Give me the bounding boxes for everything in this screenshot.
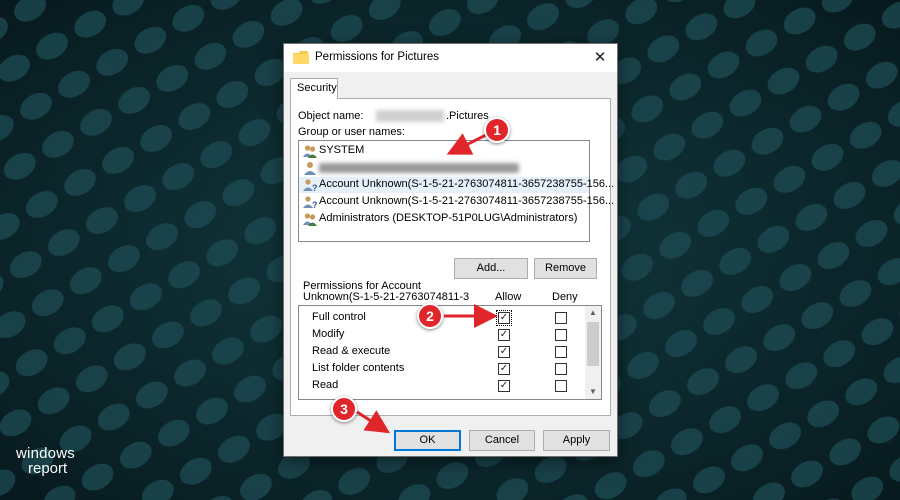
object-name-value: .Pictures	[446, 110, 489, 122]
allow-header: Allow	[495, 291, 522, 303]
table-row: Modify ✓	[299, 326, 579, 343]
allow-checkbox[interactable]: ✓	[498, 346, 510, 358]
folder-icon	[293, 51, 309, 64]
dialog-title: Permissions for Pictures	[315, 51, 439, 63]
annotation-marker-1: 1	[484, 117, 510, 143]
tab-security[interactable]: Security	[290, 78, 338, 99]
permission-name: Full control	[312, 311, 366, 323]
scroll-down-icon[interactable]: ▼	[585, 385, 601, 399]
deny-header: Deny	[552, 291, 578, 303]
table-row: Read & execute ✓	[299, 343, 579, 360]
allow-checkbox[interactable]: ✓	[498, 329, 510, 341]
user-label: Account Unknown(S-1-5-21-2763074811-3657…	[319, 195, 615, 207]
ok-button[interactable]: OK	[394, 430, 461, 451]
permissions-for-account: Unknown(S-1-5-21-2763074811-3	[303, 291, 470, 303]
list-item[interactable]: ? Account Unknown(S-1-5-21-2763074811-36…	[299, 177, 614, 193]
windows-report-logo: windows report	[16, 445, 75, 477]
scroll-thumb[interactable]	[587, 322, 599, 366]
annotation-marker-3: 3	[331, 396, 357, 422]
permission-name: Modify	[312, 328, 345, 340]
allow-checkbox[interactable]: ✓	[498, 363, 510, 375]
user-label: Account Unknown(S-1-5-21-2763074811-3657…	[319, 178, 615, 190]
user-label: Administrators (DESKTOP-51P0LUG\Administ…	[319, 212, 578, 224]
unknown-account-icon: ?	[303, 179, 317, 192]
permission-name: Read	[312, 379, 339, 391]
group-user-list: SYSTEM ? Account Unknown(S-1-5-21-276307…	[298, 140, 614, 242]
scroll-up-icon[interactable]: ▲	[585, 306, 601, 320]
redacted-user-name	[319, 163, 519, 173]
users-group-icon	[303, 145, 317, 158]
list-item[interactable]	[299, 160, 589, 176]
object-name-label: Object name:	[298, 110, 364, 122]
annotation-marker-2: 2	[417, 303, 443, 329]
table-row: Read ✓	[299, 377, 579, 394]
group-user-label: Group or user names:	[298, 126, 405, 138]
permission-name: Read & execute	[312, 345, 391, 357]
permissions-scrollbar[interactable]: ▲ ▼	[585, 306, 601, 399]
users-group-icon	[303, 213, 317, 226]
permissions-list: Full control ✓ Modify ✓ Read & execute ✓…	[298, 305, 602, 400]
deny-checkbox[interactable]	[555, 312, 567, 324]
deny-checkbox[interactable]	[555, 363, 567, 375]
permissions-dialog: Permissions for Pictures ✕ Security Obje…	[283, 43, 618, 457]
list-item[interactable]: Administrators (DESKTOP-51P0LUG\Administ…	[299, 211, 589, 227]
deny-checkbox[interactable]	[555, 329, 567, 341]
deny-checkbox[interactable]	[555, 380, 567, 392]
redacted-username	[376, 110, 444, 122]
apply-button[interactable]: Apply	[543, 430, 610, 451]
cancel-button[interactable]: Cancel	[469, 430, 535, 451]
allow-checkbox[interactable]: ✓	[496, 310, 512, 326]
list-item[interactable]: SYSTEM	[299, 143, 589, 159]
add-button[interactable]: Add...	[454, 258, 528, 279]
remove-button[interactable]: Remove	[534, 258, 597, 279]
user-label: SYSTEM	[319, 144, 365, 156]
unknown-account-icon: ?	[303, 196, 317, 209]
svg-text:?: ?	[312, 200, 317, 209]
close-button[interactable]: ✕	[587, 46, 613, 70]
list-item[interactable]: ? Account Unknown(S-1-5-21-2763074811-36…	[299, 194, 614, 210]
user-icon	[304, 162, 316, 175]
permission-name: List folder contents	[312, 362, 405, 374]
allow-checkbox[interactable]: ✓	[498, 380, 510, 392]
deny-checkbox[interactable]	[555, 346, 567, 358]
table-row: List folder contents ✓	[299, 360, 579, 377]
svg-text:?: ?	[312, 183, 317, 192]
title-bar: Permissions for Pictures ✕	[284, 44, 617, 72]
